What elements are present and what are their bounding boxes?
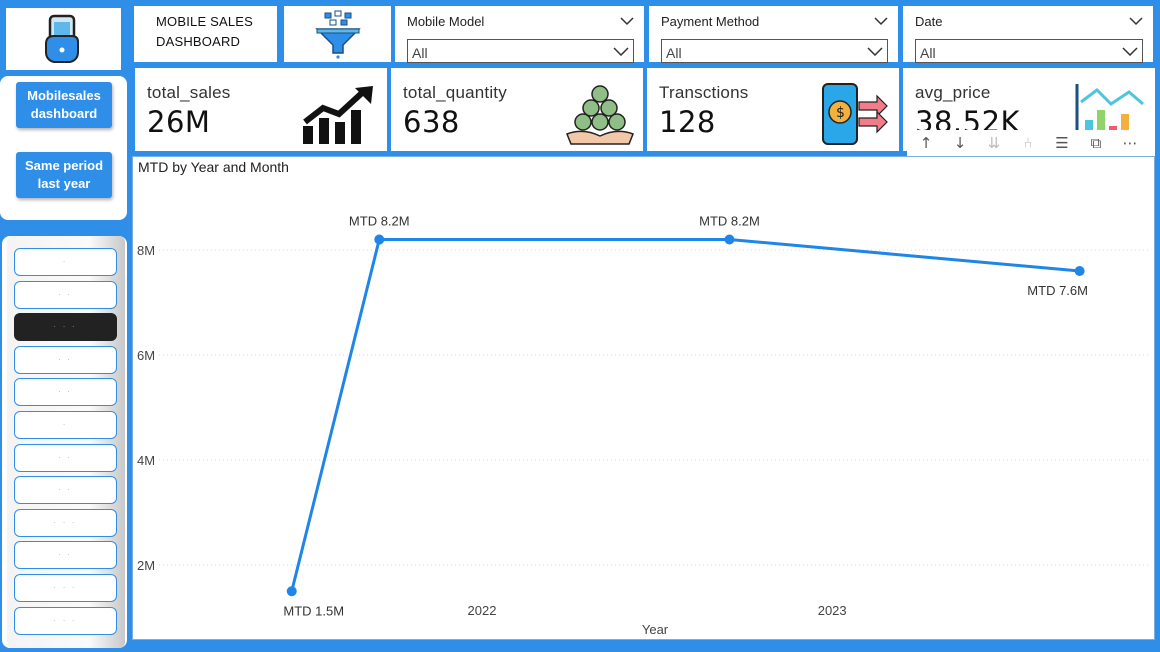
y-tick-label: 8M (137, 243, 155, 258)
data-point (286, 586, 297, 597)
title-line-1: MOBILE SALES (156, 14, 254, 29)
list-item[interactable]: · · · (14, 508, 117, 537)
slicer-dropdown[interactable]: All (915, 39, 1143, 63)
slicer-payment-method: Payment Method All (649, 6, 898, 63)
slicer-title: Mobile Model (407, 13, 485, 29)
list-item[interactable]: · · (14, 280, 117, 309)
data-label: MTD 8.2M (349, 214, 410, 229)
dashboard-title: MOBILE SALES DASHBOARD (134, 6, 277, 62)
mobile-payment-icon: $ (822, 83, 888, 145)
data-label: MTD 7.6M (1027, 283, 1088, 298)
y-tick-label: 6M (137, 348, 155, 363)
list-item[interactable]: · (14, 411, 117, 439)
mtd-line-chart: 2M4M6M8M202220232024YearMTD 1.5MMTD 8.2M… (132, 156, 1155, 640)
series-line (290, 238, 1080, 592)
list-item[interactable]: · · (14, 443, 117, 472)
kpi-card-transactions: Transctions 128 $ (647, 68, 899, 151)
chevron-down-icon[interactable] (874, 16, 888, 26)
x-axis-label: Year (642, 622, 669, 637)
data-label: MTD 1.5M (283, 603, 344, 618)
funnel-icon (314, 10, 361, 59)
more-options-icon[interactable]: ⋯ (1119, 134, 1141, 152)
visual-header-toolbar: ↑ ↓ ⇊ ⑃ ☰ ⧉ ⋯ (907, 130, 1155, 156)
chart-canvas: 2M4M6M8M202220232024YearMTD 1.5MMTD 8.2M… (137, 214, 1148, 637)
slicer-dropdown[interactable]: All (661, 39, 888, 63)
app-logo (6, 8, 121, 70)
slicer-value: All (920, 45, 936, 61)
data-point (374, 234, 385, 245)
list-item[interactable]: · · (14, 345, 117, 374)
list-item[interactable]: · (14, 248, 117, 276)
y-tick-label: 2M (137, 558, 155, 573)
slicer-date: Date All (903, 6, 1153, 63)
arrow-down-icon[interactable]: ↓ (949, 134, 971, 152)
data-point (724, 234, 735, 245)
chart-title: MTD by Year and Month (138, 159, 289, 175)
focus-mode-icon[interactable]: ⧉ (1085, 134, 1107, 152)
title-line-2: DASHBOARD (156, 34, 241, 49)
kpi-card-total-sales: total_sales 26M (135, 68, 387, 151)
filter-funnel-button[interactable] (284, 6, 391, 62)
svg-text:$: $ (836, 105, 845, 121)
list-item[interactable]: · · · (14, 313, 117, 342)
arrow-up-icon[interactable]: ↑ (915, 134, 937, 152)
expand-hierarchy-icon[interactable]: ⑃ (1017, 134, 1039, 152)
slicer-value: All (412, 45, 428, 61)
slicer-title: Date (915, 13, 943, 29)
growth-chart-icon (303, 86, 373, 144)
kpi-card-total-quantity: total_quantity 638 (391, 68, 643, 151)
chevron-down-icon (613, 47, 629, 56)
list-item[interactable]: · · · (14, 574, 117, 602)
left-slicer-list: · · · · · · · · · · · · · · · · · · · · · · · · · · (2, 236, 127, 648)
double-arrow-down-icon[interactable]: ⇊ (983, 134, 1005, 152)
chevron-down-icon[interactable] (620, 16, 634, 26)
slicer-dropdown[interactable]: All (407, 39, 634, 63)
slicer-title: Payment Method (661, 13, 760, 29)
filter-icon[interactable]: ☰ (1051, 134, 1073, 152)
nav-panel: Mobilesales dashboard Same period last y… (0, 76, 127, 220)
x-tick-label: 2023 (818, 603, 847, 618)
data-label: MTD 8.2M (699, 214, 760, 229)
list-item[interactable]: · · (14, 378, 117, 407)
list-item[interactable]: · · (14, 476, 117, 505)
same-period-last-year-button[interactable]: Same period last year (16, 152, 112, 198)
money-bags-icon (566, 85, 634, 145)
mobilesales-dashboard-button[interactable]: Mobilesales dashboard (16, 82, 112, 128)
chevron-down-icon[interactable] (1129, 16, 1143, 26)
slicer-value: All (666, 45, 682, 61)
slicer-mobile-model: Mobile Model All (395, 6, 644, 63)
chevron-down-icon (1122, 47, 1138, 56)
data-point (1074, 266, 1085, 276)
list-item[interactable]: · · · (14, 606, 117, 635)
y-tick-label: 4M (137, 453, 155, 468)
list-item[interactable]: · · (14, 541, 117, 570)
x-tick-label: 2022 (468, 603, 497, 618)
chevron-down-icon (867, 47, 883, 56)
phone-hand-icon (44, 14, 79, 63)
